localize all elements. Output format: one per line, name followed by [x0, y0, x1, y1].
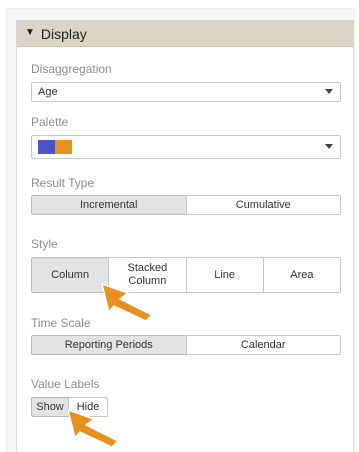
dropdown-arrow-icon [325, 89, 333, 94]
result-type-toggle: Incremental Cumulative [31, 195, 341, 215]
palette-label: Palette [31, 115, 69, 129]
style-label: Style [31, 237, 58, 251]
time-scale-label: Time Scale [31, 316, 91, 330]
caret-down-icon[interactable]: ▼ [25, 27, 35, 38]
pointer-arrow-icon [101, 283, 153, 322]
result-type-incremental-button[interactable]: Incremental [31, 195, 187, 215]
display-card: ▼ Display Disaggregation Age Palette Res… [16, 20, 354, 452]
disaggregation-label: Disaggregation [31, 62, 112, 76]
display-header[interactable]: ▼ Display [17, 21, 353, 47]
palette-swatch-blue [38, 140, 55, 154]
value-labels-label: Value Labels [31, 377, 100, 391]
style-toggle: Column Stacked Column Line Area [31, 257, 341, 293]
display-title: Display [40, 25, 87, 42]
style-line-button[interactable]: Line [185, 257, 264, 293]
result-type-cumulative-button[interactable]: Cumulative [185, 195, 341, 215]
result-type-label: Result Type [31, 176, 95, 190]
disaggregation-value: Age [38, 86, 58, 98]
palette-swatch-orange [55, 140, 72, 154]
time-scale-toggle: Reporting Periods Calendar [31, 335, 341, 355]
pointer-arrow-icon [67, 409, 119, 448]
palette-select[interactable] [31, 135, 341, 159]
time-scale-calendar-button[interactable]: Calendar [185, 335, 341, 355]
dropdown-arrow-icon [325, 144, 333, 149]
disaggregation-select[interactable]: Age [31, 82, 341, 102]
time-scale-reporting-periods-button[interactable]: Reporting Periods [31, 335, 187, 355]
style-area-button[interactable]: Area [262, 257, 341, 293]
